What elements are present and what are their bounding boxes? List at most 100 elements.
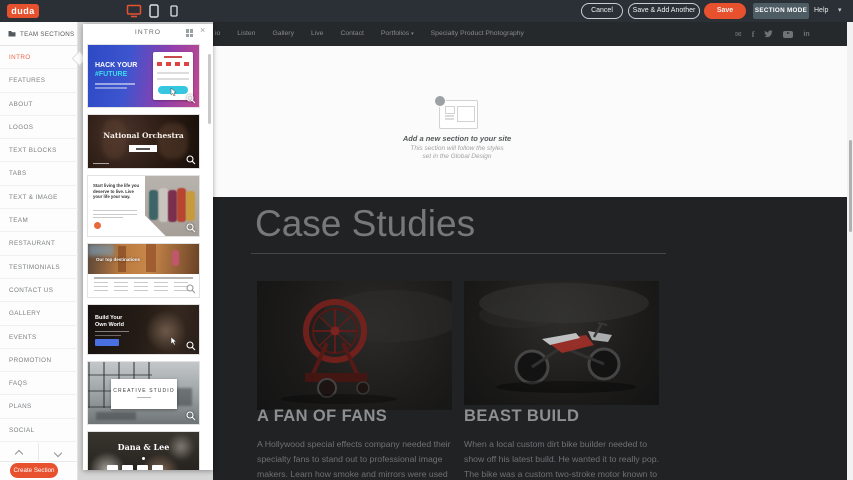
save-add-another-button[interactable]: Save & Add Another: [628, 3, 700, 19]
thumbnail-list: HACK YOUR #FUTURE: [87, 44, 205, 470]
sidebar-header-label: TEAM SECTIONS: [20, 31, 74, 38]
thumb-hack-your-future[interactable]: HACK YOUR #FUTURE: [87, 44, 200, 108]
site-navbar: io Listen Gallery Live Contact Portfolio…: [213, 22, 847, 46]
thumb6-card: CREATIVE STUDIO: [111, 379, 177, 409]
sidebar-item-text-blocks[interactable]: TEXT BLOCKS: [0, 139, 78, 162]
sidebar-item-testimonials[interactable]: TESTIMONIALS: [0, 256, 78, 279]
thumb-national-orchestra[interactable]: National Orchestra: [87, 114, 200, 169]
sidebar-item-team[interactable]: TEAM: [0, 209, 78, 232]
cancel-button[interactable]: Cancel: [581, 3, 623, 19]
thumb2-title: National Orchestra: [88, 131, 199, 140]
case-image-fan[interactable]: [257, 281, 452, 410]
thumb1-title: HACK YOUR: [95, 62, 137, 69]
cursor-icon: [170, 88, 177, 97]
main-scrollbar-thumb[interactable]: [849, 140, 852, 232]
nav-item-specialty[interactable]: Specialty Product Photography: [431, 22, 524, 46]
duda-logo[interactable]: duda: [7, 4, 39, 18]
save-button[interactable]: Save: [704, 3, 746, 19]
thumb5-subtitle: Own World: [95, 322, 124, 328]
thumb3-button: [94, 222, 101, 229]
scroll-down-button[interactable]: [39, 443, 77, 461]
panel-scrollbar[interactable]: [208, 54, 211, 124]
case-studies-section: Case Studies: [213, 197, 847, 480]
add-section-title: Add a new section to your site: [357, 134, 557, 143]
sidebar-items: INTRO FEATURES ABOUT LOGOS TEXT BLOCKS T…: [0, 46, 78, 442]
nav-item-contact[interactable]: Contact: [340, 22, 363, 46]
sidebar-item-events[interactable]: EVENTS: [0, 326, 78, 349]
zoom-icon[interactable]: [186, 284, 196, 294]
mail-icon[interactable]: ✉: [735, 30, 742, 39]
create-section-button[interactable]: Create Section: [10, 463, 58, 478]
case-text-fan: A Hollywood special effects company need…: [257, 437, 457, 480]
thumb-top-destinations[interactable]: Our top destinations: [87, 243, 200, 298]
section-heading: Case Studies: [255, 203, 475, 245]
thumb-dana-lee[interactable]: Dana & Lee: [87, 431, 200, 470]
thumb1-subtitle: #FUTURE: [95, 71, 127, 78]
thumb6-title: CREATIVE STUDIO: [111, 388, 177, 394]
case-title-beast: BEAST BUILD: [464, 407, 579, 426]
thumb7-countdown-box: [122, 465, 133, 470]
sidebar-item-social[interactable]: SOCIAL: [0, 419, 78, 442]
thumb3-title: Start living the life you deserve to liv…: [93, 183, 143, 200]
case-title-fan: A FAN OF FANS: [257, 407, 387, 426]
sidebar-item-plans[interactable]: PLANS: [0, 395, 78, 418]
sidebar-item-promotion[interactable]: PROMOTION: [0, 349, 78, 372]
zoom-icon[interactable]: [186, 155, 196, 165]
sidebar-item-text-image[interactable]: TEXT & IMAGE: [0, 186, 78, 209]
thumb-creative-studio[interactable]: CREATIVE STUDIO: [87, 361, 200, 425]
sections-sidebar: TEAM SECTIONS INTRO FEATURES ABOUT LOGOS…: [0, 22, 78, 480]
sidebar-item-faqs[interactable]: FAQS: [0, 372, 78, 395]
panel-close-icon[interactable]: ×: [200, 25, 205, 35]
thumb2-button: [129, 145, 157, 152]
linkedin-icon[interactable]: in: [803, 31, 809, 38]
scroll-up-button[interactable]: [0, 443, 39, 461]
nav-item-gallery[interactable]: Gallery: [272, 22, 294, 46]
intro-sections-panel: INTRO × HACK YOUR #FUTURE: [83, 24, 213, 470]
desktop-device-icon[interactable]: [126, 4, 142, 18]
portfolios-caret-down-icon: ▾: [411, 31, 414, 37]
sidebar-item-restaurant[interactable]: RESTAURANT: [0, 232, 78, 255]
heading-divider: [251, 253, 666, 254]
nav-item-live[interactable]: Live: [311, 22, 323, 46]
sidebar-item-intro[interactable]: INTRO: [0, 46, 78, 69]
help-caret-down-icon[interactable]: ▾: [838, 6, 842, 14]
help-menu[interactable]: Help: [814, 7, 828, 14]
thumb-live-your-way[interactable]: Start living the life you deserve to liv…: [87, 175, 200, 237]
section-badge: [434, 95, 446, 107]
thumb5-title: Build Your: [95, 315, 122, 321]
sidebar-scroll-controls: [0, 443, 78, 462]
facebook-icon[interactable]: f: [752, 30, 755, 39]
nav-item-listen[interactable]: Listen: [237, 22, 255, 46]
sidebar-item-logos[interactable]: LOGOS: [0, 116, 78, 139]
add-section-sub2: set in the Global Design: [357, 153, 557, 160]
site-social-icons: ✉ f in: [735, 22, 810, 46]
sidebar-header: TEAM SECTIONS: [0, 22, 78, 46]
tablet-device-icon[interactable]: [149, 4, 159, 18]
twitter-icon[interactable]: [764, 30, 773, 38]
grid-view-icon[interactable]: [186, 29, 194, 37]
thumb4-table: [94, 277, 193, 295]
thumb4-title: Our top destinations: [96, 257, 140, 262]
top-toolbar: duda Cancel Save & Add Another Save SECT…: [0, 0, 853, 22]
zoom-icon[interactable]: [186, 223, 196, 233]
youtube-icon[interactable]: [783, 31, 793, 38]
sidebar-item-gallery[interactable]: GALLERY: [0, 302, 78, 325]
thumb7-countdown-box: [152, 465, 163, 470]
add-section-zone[interactable]: Add a new section to your site This sect…: [213, 46, 847, 197]
thumb-own-world[interactable]: Build Your Own World: [87, 304, 200, 355]
thumb7-title: Dana & Lee: [88, 442, 199, 452]
sidebar-item-about[interactable]: ABOUT: [0, 93, 78, 116]
sidebar-item-features[interactable]: FEATURES: [0, 69, 78, 92]
case-image-bike[interactable]: [464, 281, 659, 405]
mobile-device-icon[interactable]: [170, 5, 178, 17]
zoom-icon[interactable]: [186, 411, 196, 421]
nav-item-portfolios[interactable]: Portfolios ▾: [381, 22, 414, 46]
sidebar-item-tabs[interactable]: TABS: [0, 162, 78, 185]
zoom-icon[interactable]: [186, 94, 196, 104]
zoom-icon[interactable]: [186, 341, 196, 351]
main-scrollbar-track[interactable]: [847, 22, 853, 480]
nav-item-clipped[interactable]: io: [215, 22, 220, 46]
thumb5-button: [95, 339, 119, 346]
sidebar-item-contact-us[interactable]: CONTACT US: [0, 279, 78, 302]
thumb4-photo: Our top destinations: [88, 244, 199, 274]
